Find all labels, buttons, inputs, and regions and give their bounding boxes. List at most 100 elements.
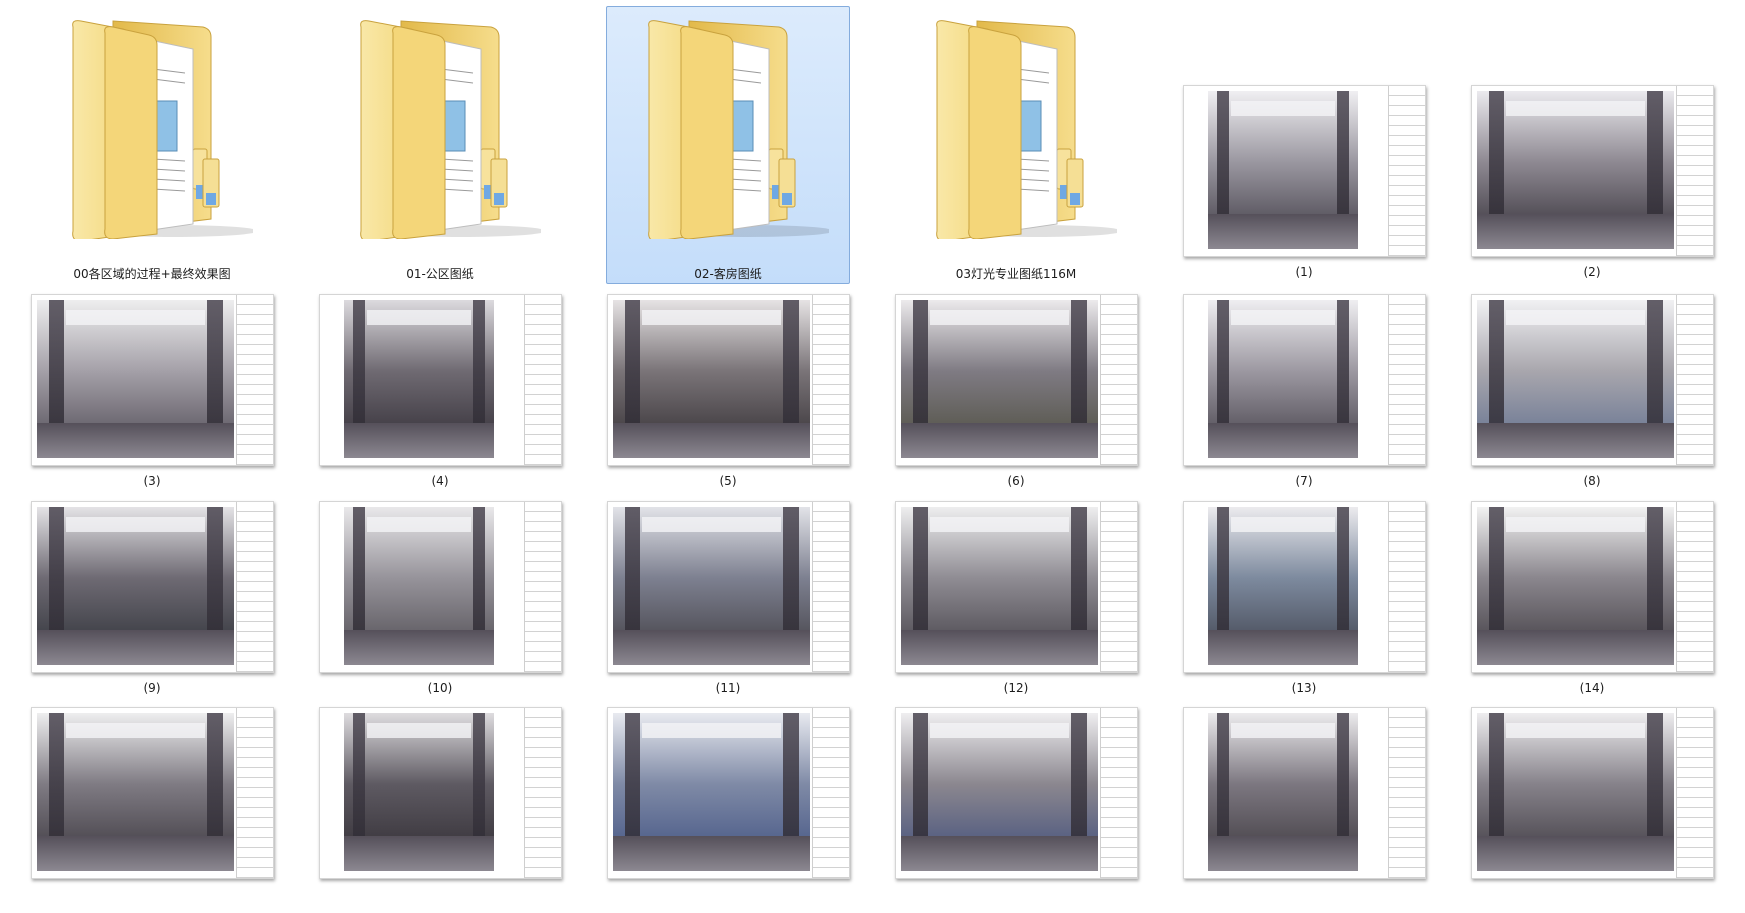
image-file-item[interactable]: [1182, 706, 1426, 913]
image-file-item[interactable]: (6): [894, 293, 1138, 500]
drawing-title-block: [1387, 708, 1425, 878]
image-thumbnail: [319, 501, 562, 673]
render-detail: [1208, 214, 1358, 250]
render-detail: [1208, 423, 1358, 459]
render-detail: [1506, 516, 1645, 533]
image-file-label: (12): [1003, 681, 1029, 695]
image-thumbnail: [895, 294, 1138, 466]
image-file-item[interactable]: (2): [1470, 80, 1714, 280]
image-file-item[interactable]: (1): [1182, 80, 1426, 280]
image-file-item[interactable]: [894, 706, 1138, 913]
render-detail: [366, 309, 472, 326]
render-detail: [642, 309, 781, 326]
image-file-label: (10): [427, 681, 453, 695]
interior-render-image: [344, 507, 494, 666]
image-file-item[interactable]: (13): [1182, 500, 1426, 707]
render-detail: [642, 722, 781, 739]
folder-icon: [341, 9, 546, 243]
image-file-item[interactable]: (12): [894, 500, 1138, 707]
drawing-title-block: [1387, 502, 1425, 672]
drawing-title-block: [1675, 295, 1713, 465]
image-file-item[interactable]: [606, 706, 850, 913]
image-thumbnail: [31, 707, 274, 879]
folder-item[interactable]: 02-客房图纸: [606, 6, 850, 284]
folder-label: 03灯光专业图纸116M: [955, 267, 1077, 281]
file-view[interactable]: 00各区域的过程+最终效果图 01-公区图纸 02-客房图纸 03灯光专业图纸1…: [0, 0, 1745, 879]
image-file-item[interactable]: (9): [30, 500, 274, 707]
drawing-title-block: [523, 708, 561, 878]
folder-item[interactable]: 00各区域的过程+最终效果图: [30, 6, 274, 284]
image-file-label: (8): [1583, 474, 1601, 488]
render-detail: [1476, 630, 1675, 666]
interior-render-image: [612, 713, 811, 872]
interior-render-image: [900, 300, 1099, 459]
image-file-item[interactable]: (8): [1470, 293, 1714, 500]
interior-render-image: [900, 713, 1099, 872]
folder-item[interactable]: 03灯光专业图纸116M: [894, 6, 1138, 284]
folder-label: 02-客房图纸: [694, 267, 762, 281]
render-detail: [1230, 100, 1336, 117]
interior-render-image: [1208, 300, 1358, 459]
image-file-item[interactable]: [30, 706, 274, 913]
image-thumbnail: [1183, 707, 1426, 879]
render-detail: [36, 423, 235, 459]
render-detail: [900, 423, 1099, 459]
image-file-item[interactable]: (10): [318, 500, 562, 707]
image-thumbnail: [1471, 85, 1714, 257]
image-file-item[interactable]: (11): [606, 500, 850, 707]
drawing-title-block: [235, 502, 273, 672]
image-thumbnail: [1471, 707, 1714, 879]
render-detail: [66, 516, 205, 533]
image-file-label: (14): [1579, 681, 1605, 695]
interior-render-image: [612, 300, 811, 459]
interior-render-image: [1476, 91, 1675, 250]
image-thumbnail: [607, 707, 850, 879]
render-detail: [1476, 836, 1675, 872]
image-file-item[interactable]: (14): [1470, 500, 1714, 707]
render-detail: [930, 516, 1069, 533]
image-thumbnail: [319, 294, 562, 466]
render-detail: [344, 423, 494, 459]
drawing-title-block: [1675, 86, 1713, 256]
folder-icon: [53, 9, 258, 243]
image-thumbnail: [607, 294, 850, 466]
folder-icon: [917, 9, 1122, 243]
image-file-label: (13): [1291, 681, 1317, 695]
drawing-title-block: [1387, 86, 1425, 256]
interior-render-image: [1208, 91, 1358, 250]
image-file-item[interactable]: (5): [606, 293, 850, 500]
folder-item[interactable]: 01-公区图纸: [318, 6, 562, 284]
interior-render-image: [36, 300, 235, 459]
render-detail: [1476, 423, 1675, 459]
image-thumbnail: [1183, 294, 1426, 466]
render-detail: [930, 722, 1069, 739]
drawing-title-block: [1675, 502, 1713, 672]
folder-label: 00各区域的过程+最终效果图: [73, 267, 231, 281]
render-detail: [344, 836, 494, 872]
interior-render-image: [1476, 507, 1675, 666]
render-detail: [612, 630, 811, 666]
drawing-title-block: [1099, 502, 1137, 672]
drawing-title-block: [811, 502, 849, 672]
render-detail: [1506, 309, 1645, 326]
render-detail: [1208, 630, 1358, 666]
image-file-item[interactable]: (4): [318, 293, 562, 500]
render-detail: [36, 836, 235, 872]
image-file-label: (11): [715, 681, 741, 695]
render-detail: [1230, 309, 1336, 326]
render-detail: [1476, 214, 1675, 250]
drawing-title-block: [523, 502, 561, 672]
drawing-title-block: [811, 708, 849, 878]
image-file-label: (1): [1295, 265, 1313, 279]
render-detail: [366, 722, 472, 739]
image-thumbnail: [607, 501, 850, 673]
image-file-item[interactable]: [1470, 706, 1714, 913]
drawing-title-block: [235, 708, 273, 878]
image-file-item[interactable]: (3): [30, 293, 274, 500]
render-detail: [66, 309, 205, 326]
interior-render-image: [36, 713, 235, 872]
image-file-item[interactable]: [318, 706, 562, 913]
image-file-item[interactable]: (7): [1182, 293, 1426, 500]
image-file-label: (2): [1583, 265, 1601, 279]
drawing-title-block: [1387, 295, 1425, 465]
